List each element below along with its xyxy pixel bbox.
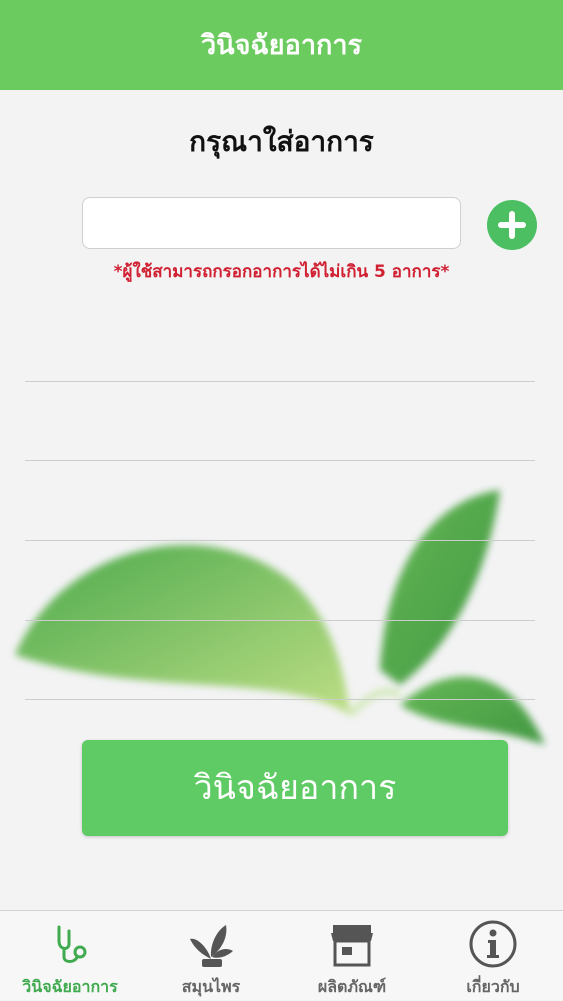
bottom-tab-bar: วินิจฉัยอาการ สมุนไพร ผลิตภัณฑ์ เกี่ยวกั… [0,910,563,1000]
app-header: วินิจฉัยอาการ [0,0,563,90]
diagnose-button[interactable]: วินิจฉัยอาการ [82,740,508,836]
info-icon [469,920,517,968]
symptom-row-divider [25,540,535,541]
tab-diagnose[interactable]: วินิจฉัยอาการ [0,911,140,1001]
symptom-row-divider [25,699,535,700]
tab-products[interactable]: ผลิตภัณฑ์ [282,911,422,1001]
tab-label: สมุนไพร [181,977,241,996]
symptom-limit-warning: *ผู้ใช้สามารถกรอกอาการได้ไม่เกิน 5 อาการ… [113,262,450,282]
symptom-row-divider [25,381,535,382]
main-content: กรุณาใส่อาการ *ผู้ใช้สามารถกรอกอาการได้ไ… [0,90,563,910]
symptom-input[interactable] [82,197,461,249]
stethoscope-icon [57,925,87,963]
diagnose-button-label: วินิจฉัยอาการ [193,768,397,808]
add-symptom-button[interactable] [487,200,537,250]
tab-label: วินิจฉัยอาการ [22,977,118,996]
tab-label: เกี่ยวกับ [466,977,520,996]
tab-about[interactable]: เกี่ยวกับ [423,911,563,1001]
herb-plant-icon [190,925,233,967]
symptom-prompt: กรุณาใส่อาการ [189,125,374,158]
shop-icon [331,925,373,967]
symptom-row-divider [25,620,535,621]
header-title: วินิจฉัยอาการ [200,30,363,61]
tab-label: ผลิตภัณฑ์ [317,977,387,996]
tab-herbs[interactable]: สมุนไพร [141,911,281,1001]
symptom-row-divider [25,460,535,461]
